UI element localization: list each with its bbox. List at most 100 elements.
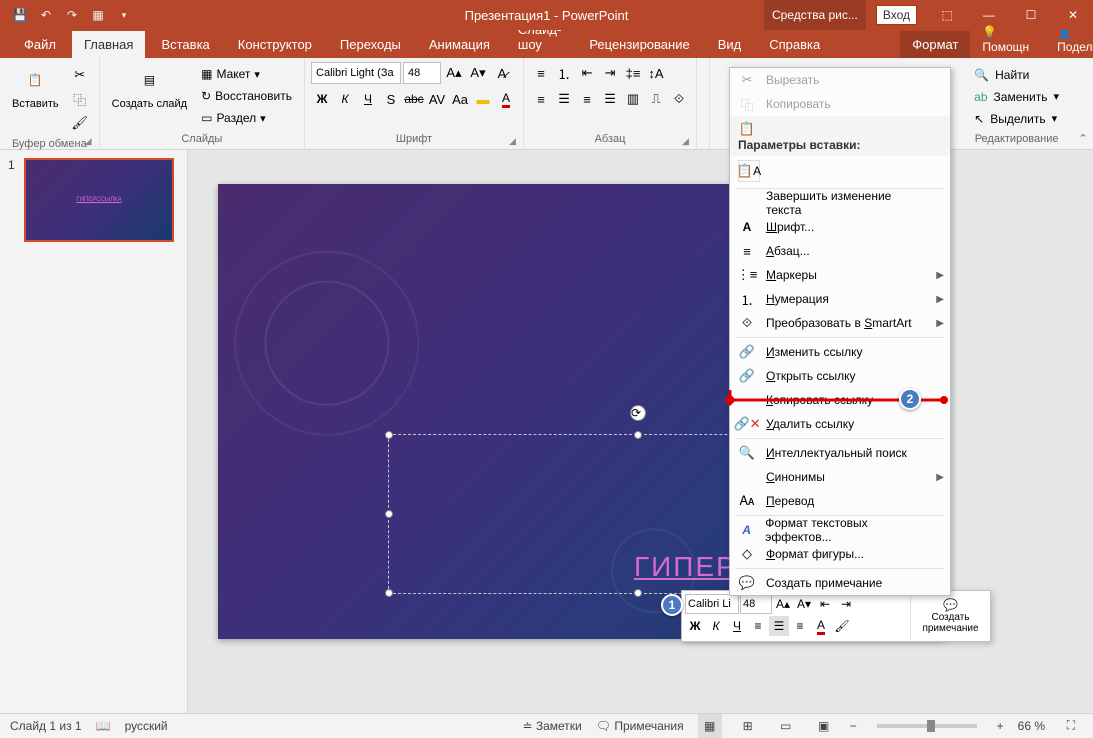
zoom-slider[interactable] [877,724,977,728]
mini-underline[interactable]: Ч [727,616,747,636]
redo-button[interactable]: ↷ [62,5,82,25]
new-slide-button[interactable]: ▤ Создать слайд [106,62,193,113]
fit-to-window-button[interactable]: ⛶ [1059,714,1083,738]
reset-button[interactable]: ↻Восстановить [197,86,296,106]
qat-customize-icon[interactable]: ▾ [114,5,134,25]
mini-format-painter[interactable]: 🖌 [832,616,852,636]
layout-button[interactable]: ▦Макет ▾ [197,64,296,84]
strike-button[interactable]: abc [403,88,425,110]
tab-transitions[interactable]: Переходы [328,31,413,58]
resize-handle-w[interactable] [385,510,393,518]
highlight-button[interactable]: ▬ [472,88,494,110]
mini-italic[interactable]: К [706,616,726,636]
collapse-ribbon-icon[interactable]: ⌃ [1078,132,1087,145]
mini-bold[interactable]: Ж [685,616,705,636]
paste-keep-formatting-button[interactable]: 📋A [738,160,760,182]
slide-thumbnail[interactable]: 1 ГИПЕРССЫЛКА [8,158,179,242]
underline-button[interactable]: Ч [357,88,379,110]
smartart-button[interactable]: ⟐ [668,88,690,110]
shadow-button[interactable]: S [380,88,402,110]
notes-button[interactable]: ≐ Заметки [522,719,581,733]
format-painter-button[interactable]: 🖌 [69,112,91,134]
comments-button[interactable]: 🗨 Примечания [596,719,684,733]
shrink-font-button[interactable]: A▾ [467,62,489,84]
menu-copy[interactable]: ⿻Копировать [730,92,950,116]
close-button[interactable]: ✕ [1053,0,1093,30]
font-color-button[interactable]: A [495,88,517,110]
menu-translate[interactable]: 🗛Перевод [730,489,950,513]
align-text-button[interactable]: ⎍ [645,88,667,110]
bold-button[interactable]: Ж [311,88,333,110]
section-button[interactable]: ▭Раздел ▾ [197,108,296,128]
copy-button[interactable]: ⿻ [69,88,91,110]
mini-align-left[interactable]: ≡ [748,616,768,636]
menu-text-effects[interactable]: AФормат текстовых эффектов... [730,518,950,542]
tab-format[interactable]: Формат [900,31,970,58]
tab-view[interactable]: Вид [706,31,754,58]
thumbnail-panel[interactable]: 1 ГИПЕРССЫЛКА [0,150,188,713]
rotation-handle[interactable]: ⟳ [630,405,646,421]
change-case-button[interactable]: Aa [449,88,471,110]
mini-size-select[interactable] [740,594,772,614]
mini-dec-indent[interactable]: ⇤ [815,594,835,614]
menu-remove-link[interactable]: 🔗✕Удалить ссылку [730,412,950,436]
increase-indent-button[interactable]: ⇥ [599,62,621,84]
font-launcher-icon[interactable]: ◢ [509,136,521,148]
tab-home[interactable]: Главная [72,31,145,58]
menu-cut[interactable]: ✂Вырезать [730,68,950,92]
replace-button[interactable]: abЗаменить ▾ [968,86,1065,107]
align-left-button[interactable]: ≡ [530,88,552,110]
thumbnail-image[interactable]: ГИПЕРССЫЛКА [24,158,174,242]
mini-inc-indent[interactable]: ⇥ [836,594,856,614]
clipboard-launcher-icon[interactable]: ◢ [85,136,97,148]
italic-button[interactable]: К [334,88,356,110]
slideshow-view-button[interactable]: ▣ [812,714,836,738]
clear-formatting-button[interactable]: A̷ [491,62,513,84]
menu-new-comment[interactable]: 💬Создать примечание [730,571,950,595]
resize-handle-nw[interactable] [385,431,393,439]
columns-button[interactable]: ▥ [622,88,644,110]
tab-help[interactable]: Справка [757,31,832,58]
bullets-button[interactable]: ≡ [530,62,552,84]
paste-button[interactable]: 📋 Вставить [6,62,65,113]
login-button[interactable]: Вход [876,5,917,25]
menu-smartart[interactable]: ⟐Преобразовать в SmartArt▶ [730,311,950,335]
undo-button[interactable]: ↶ [36,5,56,25]
zoom-level[interactable]: 66 % [1018,719,1045,733]
mini-align-right[interactable]: ≡ [790,616,810,636]
zoom-in-button[interactable]: + [997,719,1004,733]
tab-file[interactable]: Файл [12,31,68,58]
start-slideshow-button[interactable]: ▦ [88,5,108,25]
menu-bullets[interactable]: ⋮≡Маркеры▶ [730,263,950,287]
font-family-select[interactable] [311,62,401,84]
decrease-indent-button[interactable]: ⇤ [576,62,598,84]
zoom-out-button[interactable]: − [850,719,857,733]
slide-sorter-button[interactable]: ⊞ [736,714,760,738]
font-size-select[interactable] [403,62,441,84]
mini-shrink-font[interactable]: A▾ [794,594,814,614]
mini-new-comment[interactable]: 💬 Создать примечание [910,591,990,641]
mini-font-select[interactable] [685,594,739,614]
resize-handle-s[interactable] [634,589,642,597]
select-button[interactable]: ↖Выделить ▾ [968,108,1065,129]
tab-review[interactable]: Рецензирование [577,31,701,58]
slide-count[interactable]: Слайд 1 из 1 [10,719,82,733]
menu-synonyms[interactable]: Синонимы▶ [730,465,950,489]
reading-view-button[interactable]: ▭ [774,714,798,738]
normal-view-button[interactable]: ▦ [698,714,722,738]
cut-button[interactable]: ✂ [69,64,91,86]
language-button[interactable]: русский [125,719,168,733]
menu-smart-lookup[interactable]: 🔍Интеллектуальный поиск [730,441,950,465]
menu-numbering[interactable]: ⒈Нумерация▶ [730,287,950,311]
align-right-button[interactable]: ≡ [576,88,598,110]
mini-font-color[interactable]: A [811,616,831,636]
paragraph-launcher-icon[interactable]: ◢ [682,136,694,148]
resize-handle-n[interactable] [634,431,642,439]
menu-finish-text[interactable]: Завершить изменение текста [730,191,950,215]
menu-open-link[interactable]: 🔗Открыть ссылку [730,364,950,388]
zoom-thumb[interactable] [927,720,935,732]
grow-font-button[interactable]: A▴ [443,62,465,84]
align-center-button[interactable]: ☰ [553,88,575,110]
line-spacing-button[interactable]: ‡≡ [622,62,644,84]
resize-handle-sw[interactable] [385,589,393,597]
